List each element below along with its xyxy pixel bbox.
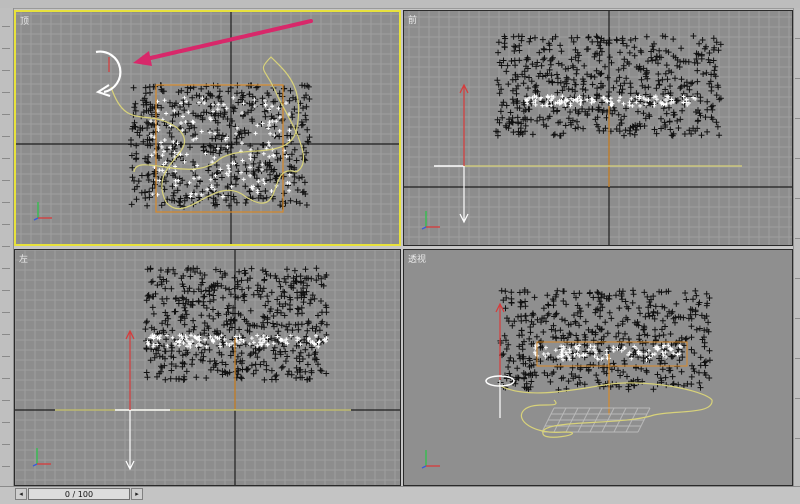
grid-lines <box>15 250 400 485</box>
viewport-left-canvas[interactable] <box>15 250 400 485</box>
timeline-prev-icon[interactable]: ◂ <box>15 488 27 500</box>
viewport-front[interactable]: 前 <box>403 10 793 246</box>
viewport-perspective[interactable]: 透视 <box>403 249 793 486</box>
viewport-top-label[interactable]: 顶 <box>20 14 29 27</box>
time-slider-text: 0 / 100 <box>64 490 94 499</box>
axis-tripod-icon <box>421 211 440 230</box>
perspective-background <box>404 250 792 485</box>
viewport-front-canvas[interactable] <box>404 11 792 245</box>
left-toolbar-strip <box>0 8 14 486</box>
viewport-perspective-canvas[interactable] <box>404 250 792 485</box>
viewport-top-canvas[interactable] <box>16 12 399 244</box>
viewport-perspective-label[interactable]: 透视 <box>408 252 426 265</box>
timeline-next-icon[interactable]: ▸ <box>131 488 143 500</box>
right-scroll-strip[interactable] <box>793 8 800 486</box>
viewport-left-label[interactable]: 左 <box>19 252 28 265</box>
time-bar: ◂ 0 / 100 ▸ <box>0 486 800 504</box>
top-toolbar-strip <box>0 0 800 9</box>
time-slider[interactable]: 0 / 100 <box>28 488 130 500</box>
axis-tripod-icon <box>33 202 52 221</box>
axis-tripod-icon <box>32 448 51 467</box>
viewport-left[interactable]: 左 <box>14 249 401 486</box>
viewport-top[interactable]: 顶 <box>14 10 401 246</box>
viewport-front-label[interactable]: 前 <box>408 13 417 26</box>
particle-field <box>142 265 330 383</box>
